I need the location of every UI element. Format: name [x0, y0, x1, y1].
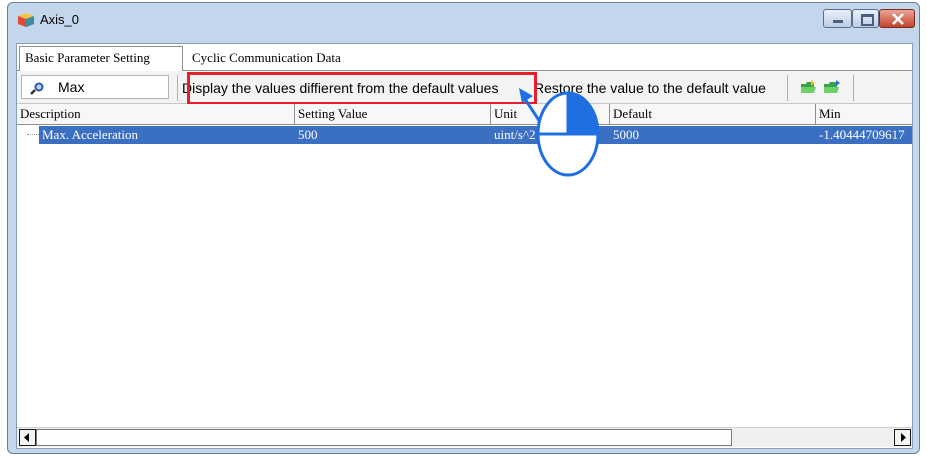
- search-value: Max: [58, 79, 85, 95]
- column-header-description[interactable]: Description: [17, 104, 295, 124]
- cell-default: 5000: [613, 127, 639, 142]
- import-folder-icon[interactable]: [800, 79, 818, 95]
- cell-min: -1.40444709617: [819, 127, 905, 142]
- restore-default-button[interactable]: Restore the value to the default value: [534, 76, 766, 100]
- tab-cyclic-communication-data[interactable]: Cyclic Communication Data: [187, 47, 377, 69]
- cell-setting-value[interactable]: 500: [295, 126, 494, 144]
- scroll-left-button[interactable]: [19, 429, 36, 446]
- toolbar-divider: [853, 75, 854, 101]
- axis-window: Axis_0 Basic Parameter Setting Cyclic Co…: [7, 2, 920, 454]
- column-header-unit[interactable]: Unit: [491, 104, 610, 124]
- cube-app-icon: [18, 13, 34, 27]
- scroll-thumb[interactable]: [36, 429, 732, 446]
- arrow-right-icon: [901, 433, 906, 442]
- table-row[interactable]: Max. Acceleration 500 uint/s^2 5000 -1.4…: [39, 126, 912, 144]
- close-icon: [892, 13, 904, 25]
- close-button[interactable]: [879, 9, 915, 28]
- tab-strip: Basic Parameter Setting Cyclic Communica…: [17, 44, 912, 71]
- parameter-grid: Description Setting Value Unit Default M…: [17, 104, 912, 422]
- grid-header: Description Setting Value Unit Default M…: [17, 104, 912, 125]
- client-area: Basic Parameter Setting Cyclic Communica…: [16, 43, 913, 449]
- toolbar-divider: [787, 75, 788, 101]
- search-input[interactable]: Max: [21, 75, 169, 99]
- cell-description: Max. Acceleration: [42, 127, 139, 142]
- column-header-min[interactable]: Min: [816, 104, 912, 124]
- export-folder-icon[interactable]: [823, 79, 841, 95]
- column-header-default[interactable]: Default: [610, 104, 816, 124]
- tab-basic-parameter-setting[interactable]: Basic Parameter Setting: [19, 46, 183, 71]
- toolbar-divider: [177, 75, 178, 101]
- highlight-annotation: [187, 72, 537, 105]
- scroll-right-button[interactable]: [894, 429, 911, 446]
- maximize-button[interactable]: [852, 9, 879, 28]
- column-header-setting-value[interactable]: Setting Value: [295, 104, 491, 124]
- horizontal-scrollbar[interactable]: [17, 427, 912, 447]
- minimize-button[interactable]: [823, 9, 852, 28]
- arrow-left-icon: [24, 433, 29, 442]
- window-title: Axis_0: [40, 12, 80, 27]
- search-icon: [30, 82, 44, 95]
- cell-unit: uint/s^2: [494, 127, 536, 142]
- title-bar[interactable]: Axis_0: [8, 3, 919, 39]
- tree-connector: [27, 134, 39, 135]
